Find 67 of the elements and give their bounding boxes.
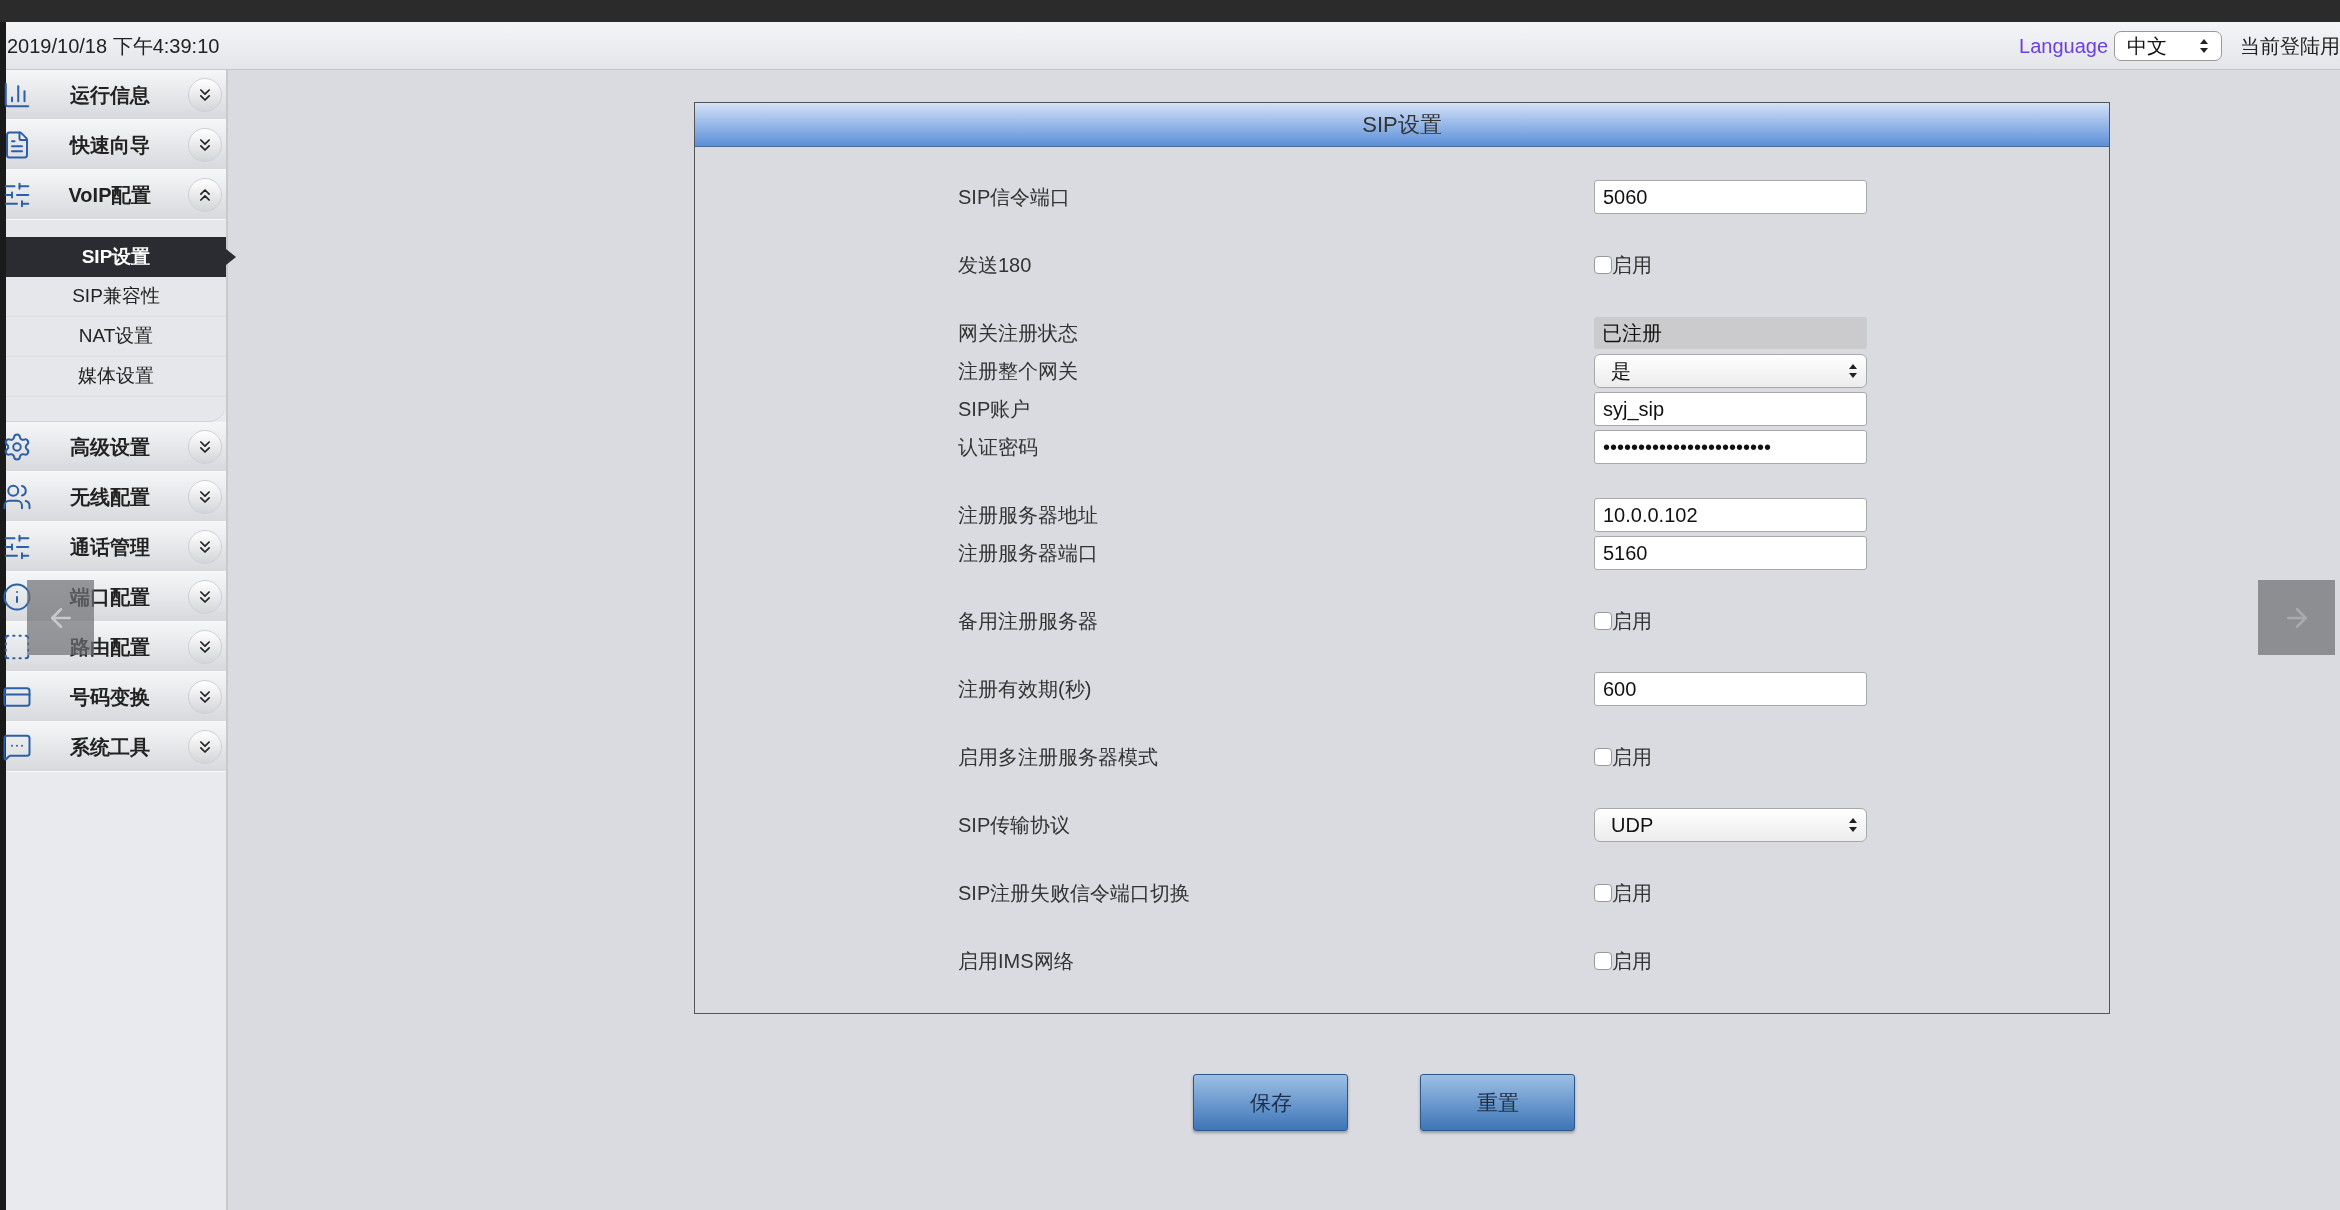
- login-user-label: 当前登陆用: [2239, 33, 2340, 59]
- expand-icon[interactable]: [188, 579, 222, 614]
- status-field: 已注册: [1594, 317, 1867, 349]
- checkbox-label: 启用: [1612, 745, 1652, 770]
- dropdown[interactable]: 是: [1594, 354, 1867, 388]
- field-label: 备用注册服务器: [957, 609, 1099, 634]
- dropdown[interactable]: UDP: [1594, 808, 1867, 842]
- checkbox-label: 启用: [1612, 253, 1652, 278]
- expand-icon[interactable]: [188, 629, 222, 664]
- menu-item[interactable]: 通话管理: [6, 522, 226, 572]
- field-label: 网关注册状态: [957, 321, 1079, 346]
- field-label: 注册服务器地址: [957, 503, 1099, 528]
- updown-icon: [2199, 37, 2209, 54]
- settings-icon: [2, 431, 32, 462]
- expand-icon[interactable]: [188, 529, 222, 564]
- expand-icon[interactable]: [188, 479, 222, 514]
- input-field[interactable]: 5160: [1594, 536, 1867, 570]
- menu-item[interactable]: 系统工具: [6, 722, 226, 772]
- updown-icon: [1848, 817, 1858, 833]
- checkbox-label: 启用: [1612, 881, 1652, 906]
- input-field[interactable]: 5060: [1594, 180, 1867, 214]
- field-label: 注册服务器端口: [957, 541, 1099, 566]
- field-label: SIP账户: [957, 397, 1032, 422]
- checkbox-label: 启用: [1612, 949, 1652, 974]
- expand-icon[interactable]: [188, 679, 222, 714]
- menu-item[interactable]: 高级设置: [6, 422, 226, 472]
- panel-title: SIP设置: [695, 103, 2109, 147]
- field-label: 启用IMS网络: [957, 949, 1075, 974]
- field-label: 发送180: [957, 253, 1033, 278]
- save-button[interactable]: 保存: [1193, 1074, 1348, 1131]
- submenu-item[interactable]: 媒体设置: [6, 357, 226, 397]
- menu-item[interactable]: 无线配置: [6, 472, 226, 522]
- input-field[interactable]: 600: [1594, 672, 1867, 706]
- input-field[interactable]: syj_sip: [1594, 392, 1867, 426]
- field-label: 启用多注册服务器模式: [957, 745, 1159, 770]
- field-label: SIP传输协议: [957, 813, 1072, 838]
- checkbox[interactable]: [1594, 256, 1612, 274]
- submenu-item[interactable]: NAT设置: [6, 317, 226, 357]
- expand-icon[interactable]: [188, 729, 222, 764]
- checkbox-label: 启用: [1612, 609, 1652, 634]
- language-select[interactable]: 中文: [2114, 30, 2222, 61]
- input-field[interactable]: ••••••••••••••••••••••••: [1594, 430, 1867, 464]
- updown-icon: [1848, 363, 1858, 379]
- menu-item[interactable]: 号码变换: [6, 672, 226, 722]
- language-label: Language: [2019, 33, 2108, 59]
- reset-button[interactable]: 重置: [1420, 1074, 1575, 1131]
- field-label: SIP注册失败信令端口切换: [957, 881, 1192, 906]
- field-label: SIP信令端口: [957, 185, 1072, 210]
- field-label: 认证密码: [957, 435, 1039, 460]
- checkbox[interactable]: [1594, 612, 1612, 630]
- checkbox[interactable]: [1594, 952, 1612, 970]
- menu-item[interactable]: 运行信息: [6, 70, 226, 120]
- expand-icon[interactable]: [188, 429, 222, 464]
- submenu-item[interactable]: SIP设置: [6, 237, 226, 277]
- collapse-icon[interactable]: [188, 177, 222, 212]
- field-label: 注册整个网关: [957, 359, 1079, 384]
- submenu-item[interactable]: SIP兼容性: [6, 277, 226, 317]
- date-time: 2019/10/18 下午4:39:10: [6, 33, 220, 59]
- menu-item[interactable]: VoIP配置: [6, 170, 226, 220]
- checkbox[interactable]: [1594, 748, 1612, 766]
- input-field[interactable]: 10.0.0.102: [1594, 498, 1867, 532]
- pointer-icon: [226, 249, 236, 265]
- checkbox[interactable]: [1594, 884, 1612, 902]
- expand-icon[interactable]: [188, 127, 222, 162]
- menu-item[interactable]: 快速向导: [6, 120, 226, 170]
- expand-icon[interactable]: [188, 77, 222, 112]
- field-label: 注册有效期(秒): [957, 677, 1093, 702]
